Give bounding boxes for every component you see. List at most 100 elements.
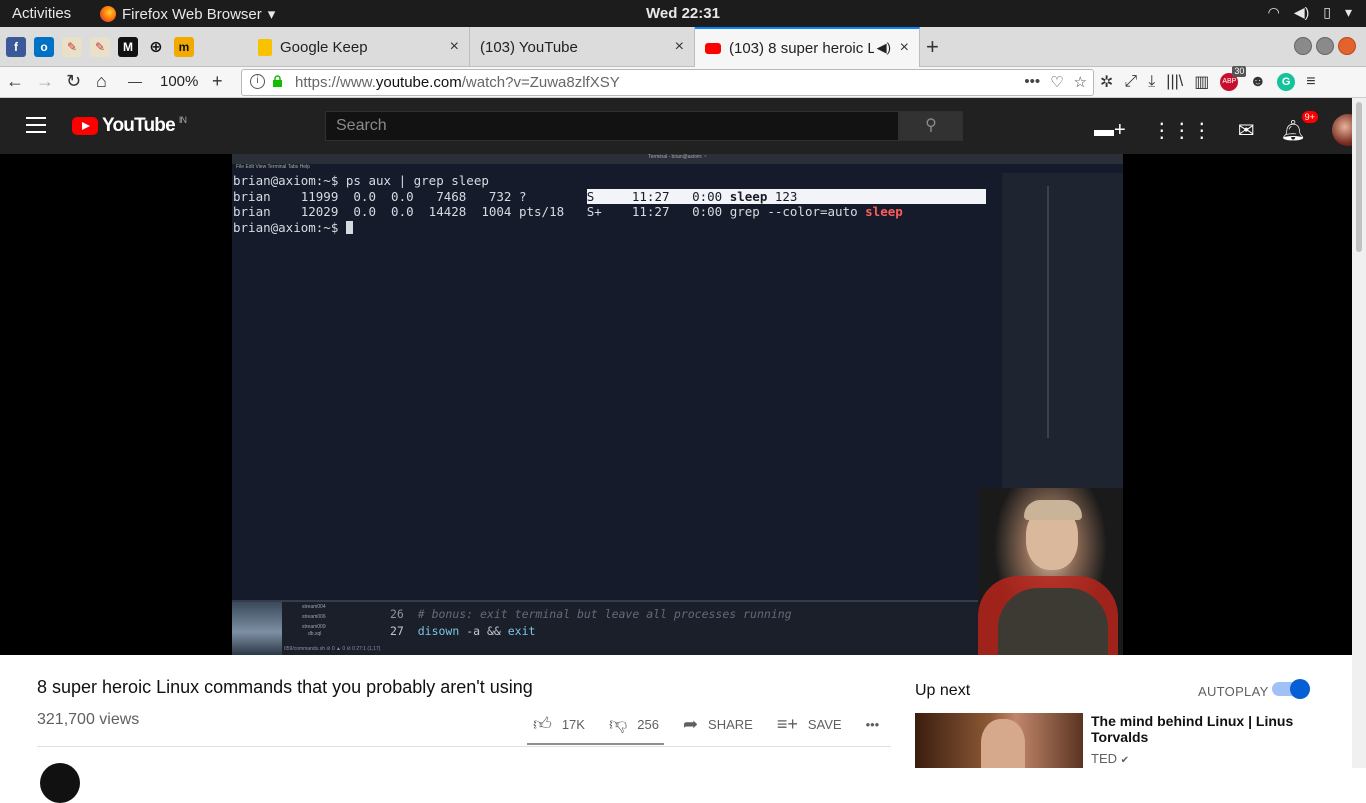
tab-active-video[interactable]: (103) 8 super heroic Li ◀) × — [695, 27, 920, 67]
facebook-icon[interactable]: f — [6, 37, 26, 57]
close-tab-icon[interactable]: × — [675, 38, 684, 56]
terminal-line: brian@axiom:~$ ps aux | grep sleep — [233, 173, 489, 188]
info-icon[interactable]: i — [250, 74, 265, 89]
close-window-icon[interactable] — [1338, 37, 1356, 55]
divider — [37, 746, 891, 747]
pinned-app-icon[interactable]: m — [174, 37, 194, 57]
pinned-app-icon[interactable]: ✎ — [62, 37, 82, 57]
medium-icon[interactable]: M — [118, 37, 138, 57]
reload-icon[interactable]: ↻ — [66, 71, 81, 92]
save-button[interactable]: ≡+ SAVE — [777, 714, 842, 735]
pocket-icon[interactable]: ♡ — [1050, 73, 1063, 91]
file-tree: stream004 stream006 stream009 db.sql — [302, 604, 326, 637]
recommended-title[interactable]: The mind behind Linux | Linus Torvalds — [1091, 713, 1311, 745]
system-menu[interactable]: ◠ ◀) ▯ ▾ — [1268, 4, 1352, 21]
search-icon: ⚲ — [925, 117, 937, 134]
view-count: 321,700 views — [37, 711, 140, 728]
sidebar-icon[interactable]: ▥ — [1194, 72, 1209, 92]
back-icon[interactable]: ← — [6, 71, 24, 92]
notifications-bell-icon[interactable]: 🔔︎ 9+ — [1280, 110, 1318, 143]
webcam-overlay — [978, 488, 1123, 655]
like-button[interactable]: 👍︎ 17K — [533, 713, 585, 735]
zoom-out-button[interactable]: — — [128, 73, 142, 89]
terminal-cursor — [345, 220, 353, 234]
toolbar-right: ✲ ⤢ ⤓ |||\ ▥ ABP 30 ☻ G ≡ — [1100, 66, 1316, 92]
menu-icon[interactable]: ≡ — [1306, 73, 1315, 91]
youtube-favicon-icon — [705, 42, 721, 54]
youtube-logo-text: YouTube — [102, 115, 176, 136]
playlist-add-icon: ≡+ — [776, 713, 798, 734]
create-video-icon[interactable]: ▬+ — [1094, 119, 1126, 142]
terminal-menu: File Edit View Terminal Tabs Help — [236, 164, 310, 170]
grammarly-icon[interactable]: G — [1277, 73, 1296, 91]
tab-strip: f o ✎ ✎ M ⊕ m Google Keep × (103) YouTub… — [0, 27, 1366, 67]
chevron-down-icon: ▾ — [1344, 4, 1352, 20]
autoplay-toggle[interactable] — [1272, 679, 1310, 699]
terminal-title: Terminal - brian@axiom: ~ — [232, 154, 1123, 164]
page-actions-icon[interactable]: ••• — [1024, 73, 1040, 91]
download-icon[interactable]: ⤓ — [1148, 73, 1155, 91]
youtube-header: YouTube IN Search ⚲ ▬+ ⋮⋮⋮ ✉ 🔔︎ 9+ — [0, 98, 1364, 154]
bookmark-star-icon[interactable]: ☆ — [1074, 73, 1087, 91]
autoplay-label: AUTOPLAY — [1198, 684, 1269, 699]
tab-youtube[interactable]: (103) YouTube × — [470, 27, 695, 67]
zoom-level[interactable]: 100% — [160, 73, 198, 90]
minimize-icon[interactable] — [1294, 37, 1312, 55]
terminal-line: brian 12029 0.0 0.0 14428 1004 pts/18 S+… — [233, 204, 866, 219]
url-bar[interactable]: i https://www.youtube.com/watch?v=Zuwa8z… — [241, 69, 1094, 96]
youtube-logo[interactable]: YouTube IN — [72, 115, 187, 137]
new-tab-button[interactable]: + — [926, 34, 939, 60]
pinned-app-icon[interactable]: ✎ — [90, 37, 110, 57]
messages-icon[interactable]: ✉ — [1238, 118, 1255, 143]
battery-icon: ▯ — [1323, 4, 1331, 20]
window-controls — [1294, 37, 1356, 55]
expand-icon[interactable]: ⤢ — [1124, 73, 1137, 91]
recommended-channel[interactable]: TED ✔ — [1091, 751, 1129, 766]
app-menu[interactable]: Firefox Web Browser ▾ — [100, 5, 275, 23]
settings-gear-icon[interactable]: ✲ — [1100, 72, 1113, 92]
page-scrollbar[interactable] — [1352, 98, 1366, 768]
url-text[interactable]: https://www.youtube.com/watch?v=Zuwa8zlf… — [295, 74, 620, 91]
more-actions-button[interactable]: ••• — [866, 717, 880, 732]
close-tab-icon[interactable]: × — [900, 39, 909, 57]
extension-icon[interactable]: ☻ — [1249, 73, 1266, 91]
youtube-play-icon — [72, 117, 98, 135]
activities-button[interactable]: Activities — [12, 5, 71, 22]
firefox-icon — [100, 6, 116, 22]
chevron-down-icon: ▾ — [267, 6, 276, 23]
hamburger-menu-icon[interactable] — [26, 117, 46, 133]
tab-google-keep[interactable]: Google Keep × — [248, 27, 470, 67]
wifi-icon: ◠ — [1267, 4, 1280, 20]
adblock-plus-icon[interactable]: ABP 30 — [1220, 66, 1247, 91]
library-icon[interactable]: |||\ — [1166, 73, 1183, 91]
forward-icon[interactable]: → — [36, 71, 54, 92]
apps-grid-icon[interactable]: ⋮⋮⋮ — [1152, 118, 1212, 143]
tab-label: (103) 8 super heroic Li — [729, 39, 874, 57]
terminal-prompt: brian@axiom:~$ — [233, 219, 346, 235]
dislike-button[interactable]: 👎︎ 256 — [609, 713, 659, 735]
speaker-icon[interactable]: ◀) — [877, 40, 891, 56]
home-icon[interactable]: ⌂ — [96, 71, 107, 92]
channel-avatar[interactable] — [40, 763, 80, 803]
editor-status: 059/commands.sh ⊘ 0 ▲ 0 ⊘ 0 27:1 (1,17) — [284, 646, 381, 652]
abp-count-badge: 30 — [1232, 66, 1247, 77]
google-keep-icon — [258, 38, 272, 56]
maximize-icon[interactable] — [1316, 37, 1334, 55]
outlook-icon[interactable]: o — [34, 37, 54, 57]
zoom-in-button[interactable]: + — [212, 71, 223, 92]
search-button[interactable]: ⚲ — [899, 111, 963, 141]
globe-icon[interactable]: ⊕ — [146, 37, 166, 57]
share-button[interactable]: ➦ SHARE — [683, 714, 753, 735]
terminal-line: brian 11999 0.0 0.0 7468 732 ? — [233, 188, 587, 204]
video-actions: 👍︎ 17K 👎︎ 256 ➦ SHARE ≡+ SAVE ••• — [533, 713, 903, 735]
notification-badge: 9+ — [1301, 110, 1318, 123]
lock-icon — [273, 75, 282, 87]
recommended-thumbnail[interactable] — [915, 713, 1083, 768]
gnome-top-bar: Activities Firefox Web Browser ▾ Wed 22:… — [0, 0, 1366, 27]
url-tools: ••• ♡ ☆ — [1024, 73, 1087, 91]
verified-icon: ✔ — [1120, 755, 1130, 766]
search-input[interactable]: Search — [325, 111, 899, 141]
video-player[interactable]: Terminal - brian@axiom: ~ File Edit View… — [0, 154, 1352, 657]
close-tab-icon[interactable]: × — [450, 38, 459, 56]
grep-match: sleep — [865, 204, 903, 219]
